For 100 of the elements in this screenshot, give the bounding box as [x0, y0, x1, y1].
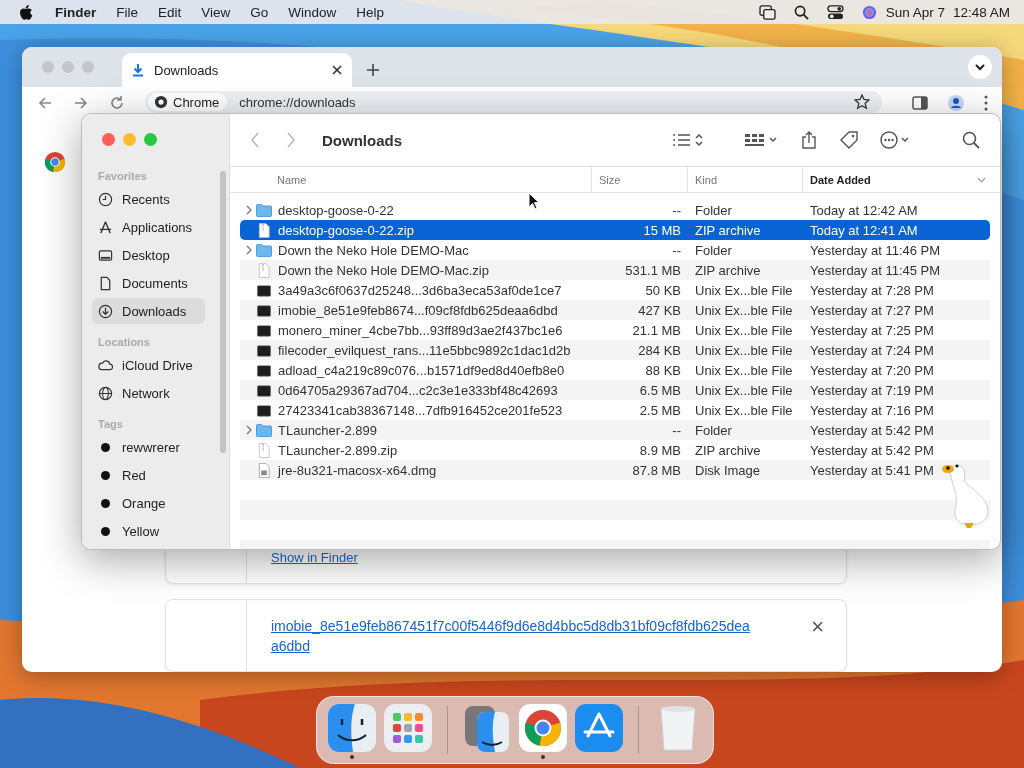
app-menu[interactable]: Finder: [55, 4, 97, 20]
file-name: 0d64705a29367ad704...c2c3e1e333bf48c42693: [278, 382, 558, 398]
sidebar-item[interactable]: rewwrerer: [92, 434, 205, 460]
date-cell-text: Yesterday at 5:42 PM: [809, 422, 935, 438]
address-bar[interactable]: Chrome chrome://downloads: [145, 91, 882, 113]
folder-icon: [256, 242, 272, 258]
size-cell-text: --: [671, 422, 682, 438]
sidebar-item[interactable]: Red: [92, 462, 205, 488]
size-cell-text: 427 KB: [637, 302, 682, 318]
desktop-icon: [98, 247, 113, 263]
size-cell-text: 88 KB: [644, 362, 682, 378]
sidebar-item[interactable]: Yellow: [92, 518, 205, 544]
file-row[interactable]: 27423341cab38367148...7dfb916452ce201fe523 2.5 MB Unix Ex...ble File Yesterday at 7:16 PM: [240, 400, 990, 420]
browser-tab[interactable]: Downloads: [122, 53, 352, 87]
kind-cell-text: Folder: [694, 422, 733, 438]
more-icon[interactable]: [880, 131, 910, 149]
file-row[interactable]: Down the Neko Hole DEMO-Mac.zip 531.1 MB ZIP archive Yesterday at 11:45 PM: [240, 260, 990, 280]
tag-icon[interactable]: [840, 131, 858, 149]
forward-icon[interactable]: [73, 95, 89, 111]
siri-icon[interactable]: [860, 4, 878, 20]
close-button[interactable]: [102, 133, 115, 146]
screen-mirroring-icon[interactable]: [758, 4, 776, 20]
column-header[interactable]: Size: [591, 167, 687, 192]
disk-image-icon: [256, 462, 272, 478]
date-cell-text: Yesterday at 11:46 PM: [809, 242, 942, 258]
column-header[interactable]: Kind: [687, 167, 802, 192]
size-cell-text: 87.8 MB: [631, 462, 682, 478]
file-row[interactable]: imobie_8e51e9feb8674...f09cf8fdb625deaa6dbd 427 KB Unix Ex...ble File Yesterday at 7:27 PM: [240, 300, 990, 320]
search-icon[interactable]: [792, 4, 810, 20]
file-name: desktop-goose-0-22: [278, 202, 394, 218]
reload-icon[interactable]: [109, 95, 125, 111]
star-icon[interactable]: [854, 94, 870, 110]
sidebar-item[interactable]: Documents: [92, 270, 205, 296]
sidebar-item[interactable]: Downloads: [92, 298, 205, 324]
search-icon[interactable]: [962, 131, 980, 149]
file-row[interactable]: Down the Neko Hole DEMO-Mac -- Folder Yesterday at 11:46 PM: [240, 240, 990, 260]
file-name-link[interactable]: imobie_8e51e9feb867451f7c00f5446f9d6e8d4bbc5d8db31bf09cf8fdb625deaa6dbd: [271, 615, 751, 656]
sidebar-item[interactable]: Desktop: [92, 242, 205, 268]
tag-dot-icon: [101, 470, 110, 480]
share-icon[interactable]: [800, 131, 818, 149]
menu-item[interactable]: File: [116, 4, 139, 20]
apple-icon[interactable]: [20, 4, 33, 20]
file-name: jre-8u321-macosx-x64.dmg: [278, 462, 437, 478]
menu-item[interactable]: View: [201, 4, 231, 20]
back-icon[interactable]: [37, 95, 53, 111]
download-icon: [98, 303, 113, 319]
kind-cell-text: Folder: [694, 202, 733, 218]
file-name: filecoder_evilquest_rans...11e5bbc9892c1dac1d2b: [278, 342, 571, 358]
file-row[interactable]: monero_miner_4cbe7bb...93ff89d3ae2f437bc1e6 21.1 MB Unix Ex...ble File Yesterday at 7:25 PM: [240, 320, 990, 340]
file-row[interactable]: adload_c4a219c89c076...b1571df9ed8d40efb8e0 88 KB Unix Ex...ble File Yesterday at 7:20 PM: [240, 360, 990, 380]
file-row[interactable]: TLauncher-2.899 -- Folder Yesterday at 5:42 PM: [240, 420, 990, 440]
sidebar-item[interactable]: iCloud Drive: [92, 352, 205, 378]
close-icon[interactable]: [332, 65, 342, 75]
list-view-icon[interactable]: [672, 132, 704, 148]
file-row[interactable]: jre-8u321-macosx-x64.dmg 87.8 MB Disk Image Yesterday at 5:41 PM: [240, 460, 990, 480]
control-center-icon[interactable]: [826, 4, 844, 20]
file-row[interactable]: TLauncher-2.899.zip 8.9 MB ZIP archive Yesterday at 5:42 PM: [240, 440, 990, 460]
sidebar-item[interactable]: Recents: [92, 186, 205, 212]
tab-search-icon[interactable]: [968, 55, 992, 79]
grid-view-icon[interactable]: [744, 132, 778, 148]
sidebar-item[interactable]: Applications: [92, 214, 205, 240]
file-row[interactable]: 0d64705a29367ad704...c2c3e1e333bf48c42693 6.5 MB Unix Ex...ble File Yesterday at 7:19 PM: [240, 380, 990, 400]
profile-icon[interactable]: [948, 95, 964, 111]
file-row[interactable]: desktop-goose-0-22.zip 15 MB ZIP archive Today at 12:41 AM: [240, 220, 990, 240]
file-name: adload_c4a219c89c076...b1571df9ed8d40efb8e0: [278, 362, 565, 378]
sidebar-item[interactable]: Network: [92, 380, 205, 406]
show-in-finder-link[interactable]: Show in Finder: [271, 549, 358, 565]
scrollbar[interactable]: [220, 171, 226, 453]
zip-file-icon: [256, 442, 272, 458]
file-row[interactable]: filecoder_evilquest_rans...11e5bbc9892c1dac1d2b 284 KB Unix Ex...ble File Yesterday at 7:24 PM: [240, 340, 990, 360]
terminal-icon: [256, 342, 272, 358]
file-row[interactable]: 3a49a3c6f0637d25248...3d6ba3eca53af0de1ce7 50 KB Unix Ex...ble File Yesterday at 7:28 PM: [240, 280, 990, 300]
terminal-icon: [256, 282, 272, 298]
url-text: chrome://downloads: [239, 94, 356, 110]
site-chip[interactable]: Chrome: [148, 93, 228, 111]
side-panel-icon[interactable]: [912, 95, 928, 111]
sidebar-item[interactable]: Orange: [92, 490, 205, 516]
column-header[interactable]: Name: [230, 167, 591, 192]
disclosure-chevron-icon[interactable]: [246, 425, 252, 435]
menu-item[interactable]: Edit: [158, 4, 182, 20]
remove-button[interactable]: ×: [811, 615, 824, 638]
folder-icon: [256, 202, 272, 218]
disclosure-chevron-icon[interactable]: [246, 245, 252, 255]
new-tab-icon[interactable]: [367, 64, 379, 76]
date-cell-text: Yesterday at 7:20 PM: [809, 362, 935, 378]
disclosure-chevron-icon[interactable]: [246, 205, 252, 215]
folder-icon: [256, 422, 272, 438]
kind-cell-text: Unix Ex...ble File: [694, 302, 794, 318]
menu-icon[interactable]: [984, 95, 988, 111]
kind-cell-text: ZIP archive: [694, 222, 762, 238]
size-cell-text: 6.5 MB: [638, 382, 682, 398]
menu-time: 12:48 AM: [952, 4, 1010, 20]
menu-item[interactable]: Go: [250, 4, 269, 20]
sidebar-heading: Tags: [97, 417, 124, 432]
file-row[interactable]: desktop-goose-0-22 -- Folder Today at 12:42 AM: [240, 200, 990, 220]
menu-item[interactable]: Help: [356, 4, 385, 20]
kind-cell-text: Unix Ex...ble File: [694, 342, 794, 358]
column-header[interactable]: Date Added: [802, 167, 990, 192]
menu-item[interactable]: Window: [288, 4, 337, 20]
file-name: desktop-goose-0-22.zip: [278, 222, 414, 238]
